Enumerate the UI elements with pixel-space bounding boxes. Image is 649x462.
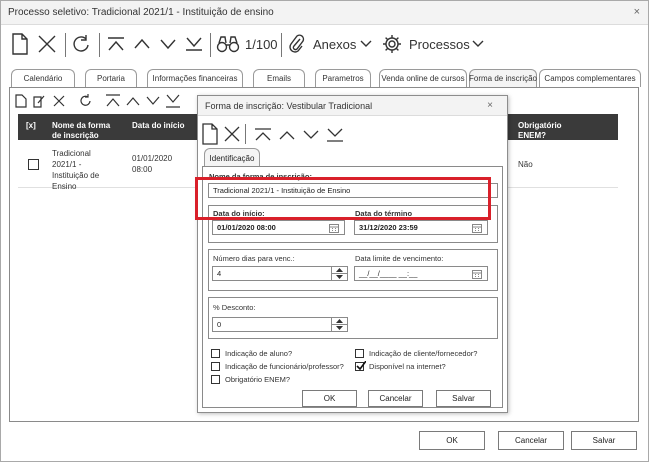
- delete-x-icon[interactable]: [35, 29, 59, 59]
- ok-button[interactable]: OK: [419, 431, 485, 450]
- tab-emails[interactable]: Emails: [253, 69, 305, 87]
- calendar-icon[interactable]: [325, 220, 343, 235]
- gear-icon[interactable]: [381, 29, 403, 59]
- checkmark-icon: [356, 361, 366, 371]
- row-enem: Não: [518, 160, 533, 169]
- tab-parametros[interactable]: Parametros: [315, 69, 371, 87]
- dialog-close-icon[interactable]: ×: [487, 100, 493, 111]
- toolbar-separator: [281, 33, 282, 57]
- grid-toolbar: [13, 91, 203, 111]
- student-referral-label: Indicação de aluno?: [225, 349, 293, 358]
- enem-required-label: Obrigatório ENEM?: [225, 375, 291, 384]
- cancel-button[interactable]: Cancelar: [498, 431, 564, 450]
- save-button[interactable]: Salvar: [571, 431, 637, 450]
- row-checkbox[interactable]: [28, 159, 39, 170]
- student-referral-checkbox[interactable]: [211, 349, 220, 358]
- column-start-date[interactable]: Data do início: [132, 121, 184, 131]
- binoculars-search-icon[interactable]: [215, 29, 241, 59]
- internet-available-label: Disponível na internet?: [369, 362, 446, 371]
- discount-label: % Desconto:: [213, 303, 256, 312]
- last-record-icon[interactable]: [183, 29, 205, 59]
- days-stepper[interactable]: [331, 266, 348, 281]
- days-field[interactable]: 4: [212, 266, 332, 281]
- client-referral-label: Indicação de cliente/fornecedor?: [369, 349, 478, 358]
- refresh-icon[interactable]: [69, 29, 93, 59]
- tab-portaria[interactable]: Portaria: [85, 69, 137, 87]
- highlight-box: [195, 177, 491, 220]
- column-name[interactable]: Nome da forma de inscrição: [52, 121, 118, 141]
- row-start-time: 08:00: [132, 165, 153, 174]
- tab-campos-complementares[interactable]: Campos complementares: [539, 69, 641, 87]
- edit-icon[interactable]: [33, 94, 45, 108]
- new-document-icon[interactable]: [15, 94, 27, 108]
- first-record-icon[interactable]: [254, 128, 272, 142]
- inscription-form-dialog: Forma de inscrição: Vestibular Tradicion…: [195, 95, 508, 413]
- next-record-icon[interactable]: [157, 29, 179, 59]
- main-window: Processo seletivo: Tradicional 2021/1 - …: [0, 0, 649, 462]
- first-record-icon[interactable]: [105, 29, 127, 59]
- processes-menu[interactable]: Processos: [409, 37, 470, 52]
- previous-record-icon[interactable]: [278, 128, 296, 142]
- previous-record-icon[interactable]: [125, 94, 141, 108]
- tab-venda-online-de-cursos[interactable]: Venda online de cursos: [379, 69, 467, 87]
- dialog-titlebar: Forma de inscrição: Vestibular Tradicion…: [198, 96, 507, 116]
- tab-informacoes-financeiras[interactable]: Informações financeiras: [147, 69, 243, 87]
- window-close-icon[interactable]: ×: [634, 6, 640, 18]
- dialog-save-button[interactable]: Salvar: [436, 390, 491, 407]
- tab-calendario[interactable]: Calendário: [11, 69, 75, 87]
- dialog-ok-button[interactable]: OK: [302, 390, 357, 407]
- next-record-icon[interactable]: [302, 128, 320, 142]
- employee-referral-checkbox[interactable]: [211, 362, 220, 371]
- due-date-label: Data limite de vencimento:: [355, 254, 444, 263]
- record-counter: 1/100: [245, 37, 278, 52]
- attachments-menu[interactable]: Anexos: [313, 37, 356, 52]
- column-select[interactable]: [x]: [26, 121, 36, 131]
- delete-x-icon[interactable]: [224, 126, 240, 142]
- discount-field[interactable]: 0: [212, 317, 332, 332]
- toolbar-separator: [210, 33, 211, 57]
- window-title: Processo seletivo: Tradicional 2021/1 - …: [8, 7, 274, 18]
- paperclip-icon[interactable]: [287, 29, 307, 59]
- new-document-icon[interactable]: [9, 29, 31, 59]
- next-record-icon[interactable]: [145, 94, 161, 108]
- toolbar-separator: [99, 33, 100, 57]
- tab-identificacao[interactable]: Identificação: [204, 148, 260, 167]
- days-label: Número dias para venc.:: [213, 254, 295, 263]
- calendar-icon[interactable]: [468, 220, 486, 235]
- last-record-icon[interactable]: [165, 94, 181, 108]
- delete-x-icon[interactable]: [53, 95, 65, 107]
- new-document-icon[interactable]: [202, 123, 218, 145]
- toolbar-separator: [245, 124, 246, 144]
- row-start-date: 01/01/2020: [132, 154, 173, 163]
- client-referral-checkbox[interactable]: [355, 349, 364, 358]
- dialog-cancel-button[interactable]: Cancelar: [368, 390, 423, 407]
- calendar-icon[interactable]: [468, 266, 486, 281]
- last-record-icon[interactable]: [326, 128, 344, 142]
- row-name: Tradicional 2021/1 - Instituição de Ensi…: [52, 149, 100, 191]
- column-enem[interactable]: Obrigatório ENEM?: [518, 121, 578, 141]
- internet-available-checkbox[interactable]: [355, 361, 366, 371]
- previous-record-icon[interactable]: [131, 29, 153, 59]
- dialog-title: Forma de inscrição: Vestibular Tradicion…: [205, 101, 373, 111]
- window-titlebar: Processo seletivo: Tradicional 2021/1 - …: [1, 1, 648, 25]
- tab-forma-de-inscricao[interactable]: Forma de inscrição: [469, 69, 537, 87]
- toolbar-separator: [65, 33, 66, 57]
- main-toolbar: 1/100 Anexos Processos: [7, 29, 607, 61]
- first-record-icon[interactable]: [105, 94, 121, 108]
- discount-stepper[interactable]: [331, 317, 348, 332]
- enem-required-checkbox[interactable]: [211, 375, 220, 384]
- employee-referral-label: Indicação de funcionário/professor?: [225, 362, 344, 371]
- refresh-icon[interactable]: [79, 94, 91, 106]
- chevron-down-icon[interactable]: [359, 29, 373, 59]
- chevron-down-icon[interactable]: [471, 29, 485, 59]
